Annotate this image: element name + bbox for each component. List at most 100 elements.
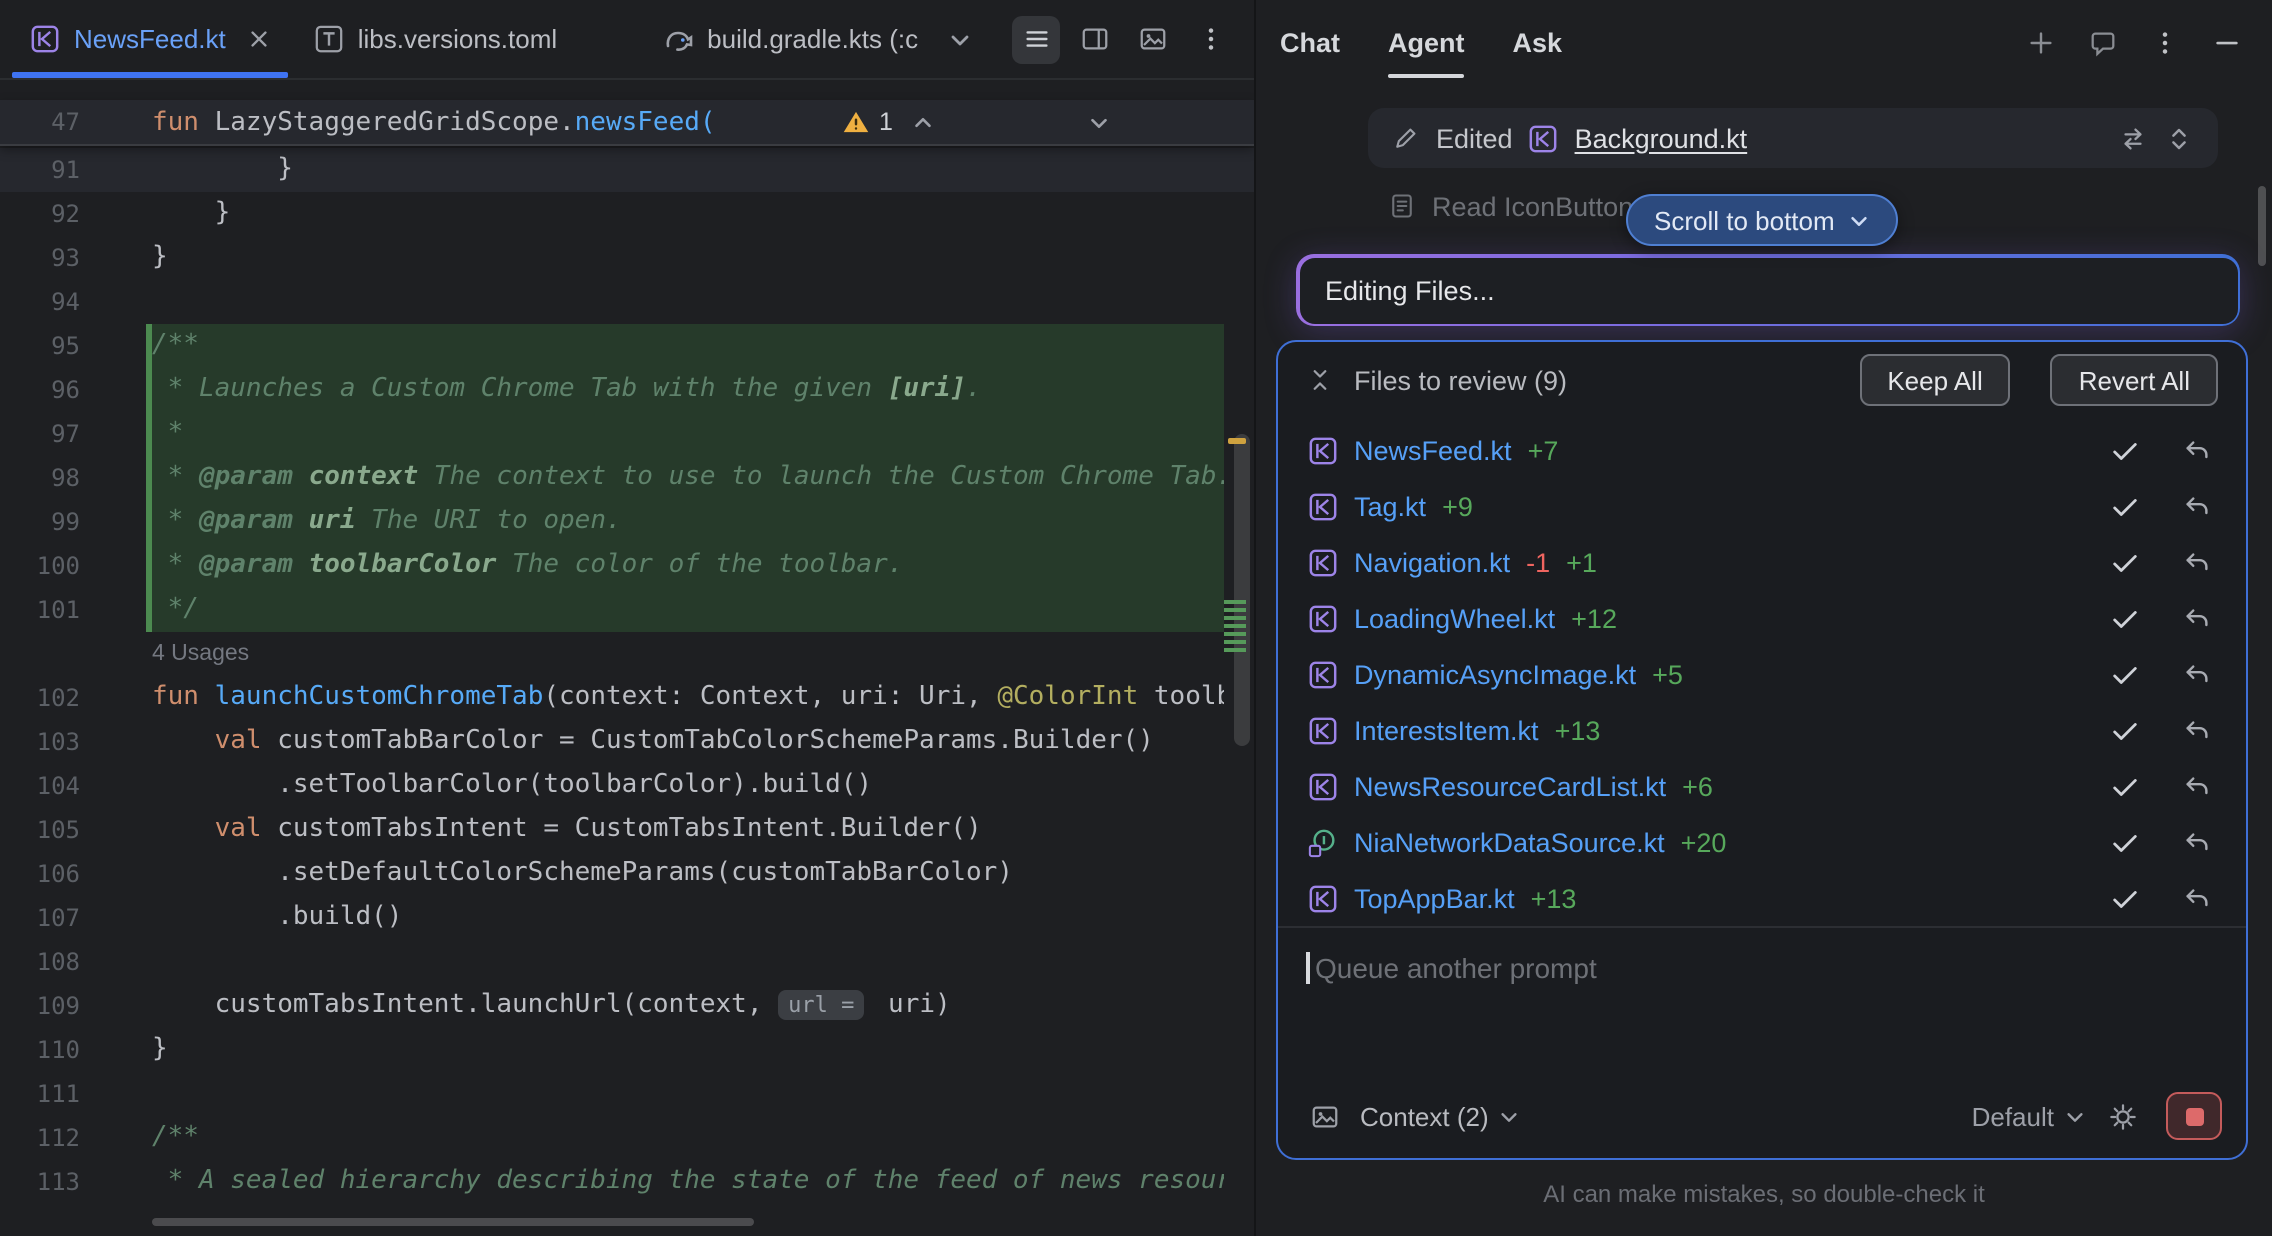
code-line[interactable]: 109 customTabsIntent.launchUrl(context, … [0,984,1254,1028]
code-line[interactable]: 107 .build() [0,896,1254,940]
revert-file-button[interactable] [2174,876,2218,920]
code-line[interactable]: 94 [0,280,1254,324]
settings-gear-icon[interactable] [2100,1094,2144,1138]
review-file-row[interactable]: Tag.kt+9 [1278,478,2246,534]
keep-file-button[interactable] [2102,708,2146,752]
tab-newsfeed-kt[interactable]: NewsFeed.kt [8,0,292,78]
code-line[interactable]: 104 .setToolbarColor(toolbarColor).build… [0,764,1254,808]
line-number[interactable]: 92 [0,192,80,236]
revert-file-button[interactable] [2174,596,2218,640]
edited-file-link[interactable]: Background.kt [1575,123,1748,153]
sticky-header-line[interactable]: 47 fun LazyStaggeredGridScope.newsFeed( … [0,100,1254,146]
code-line[interactable]: 95/** [0,324,1254,368]
revert-file-button[interactable] [2174,820,2218,864]
chat-history-icon[interactable] [2080,20,2124,64]
code-line[interactable]: 93} [0,236,1254,280]
close-tab-icon[interactable] [248,28,270,50]
attach-image-icon[interactable] [1302,1094,1346,1138]
code-line[interactable]: 103 val customTabBarColor = CustomTabCol… [0,720,1254,764]
revert-all-button[interactable]: Revert All [2051,354,2218,406]
file-link[interactable]: NewsFeed.kt [1354,435,1512,465]
line-number[interactable]: 102 [0,676,80,720]
file-link[interactable]: TopAppBar.kt [1354,883,1515,913]
file-link[interactable]: DynamicAsyncImage.kt [1354,659,1636,689]
keep-file-button[interactable] [2102,820,2146,864]
code-line[interactable]: 97 * [0,412,1254,456]
code-line[interactable]: 108 [0,940,1254,984]
code-area[interactable]: 91 }92 }93}9495/**96 * Launches a Custom… [0,148,1254,1204]
revert-file-button[interactable] [2174,540,2218,584]
context-dropdown[interactable]: Context (2) [1360,1101,1521,1131]
code-line[interactable]: 101 */ [0,588,1254,632]
minimize-icon[interactable] [2204,20,2248,64]
line-number[interactable]: 94 [0,280,80,324]
line-number[interactable]: 104 [0,764,80,808]
revert-file-button[interactable] [2174,764,2218,808]
review-file-row[interactable]: NewsFeed.kt+7 [1278,422,2246,478]
review-file-row[interactable]: LoadingWheel.kt+12 [1278,590,2246,646]
code-line[interactable]: 92 } [0,192,1254,236]
line-number[interactable]: 106 [0,852,80,896]
code-line[interactable]: 111 [0,1072,1254,1116]
code-line[interactable]: 112/** [0,1116,1254,1160]
keep-all-button[interactable]: Keep All [1859,354,2010,406]
file-link[interactable]: NewsResourceCardList.kt [1354,771,1666,801]
code-line[interactable]: 96 * Launches a Custom Chrome Tab with t… [0,368,1254,412]
review-file-row[interactable]: InterestsItem.kt+13 [1278,702,2246,758]
keep-file-button[interactable] [2102,764,2146,808]
review-file-row[interactable]: Navigation.kt-1+1 [1278,534,2246,590]
code-line[interactable]: 105 val customTabsIntent = CustomTabsInt… [0,808,1254,852]
keep-file-button[interactable] [2102,428,2146,472]
file-link[interactable]: Tag.kt [1354,491,1426,521]
inlay-hint-row[interactable]: 4 Usages [0,632,1254,676]
line-number[interactable]: 98 [0,456,80,500]
file-link[interactable]: InterestsItem.kt [1354,715,1539,745]
revert-file-button[interactable] [2174,708,2218,752]
line-number[interactable]: 99 [0,500,80,544]
keep-file-button[interactable] [2102,596,2146,640]
line-number[interactable]: 109 [0,984,80,1028]
code-line[interactable]: 98 * @param context The context to use t… [0,456,1254,500]
review-file-row[interactable]: DynamicAsyncImage.kt+5 [1278,646,2246,702]
line-number[interactable]: 111 [0,1072,80,1116]
review-file-row[interactable]: NewsResourceCardList.kt+6 [1278,758,2246,814]
line-number[interactable]: 105 [0,808,80,852]
line-number[interactable]: 110 [0,1028,80,1072]
line-number[interactable]: 100 [0,544,80,588]
keep-file-button[interactable] [2102,876,2146,920]
previous-occurrence-icon[interactable] [911,49,1068,195]
code-line[interactable]: 113 * A sealed hierarchy describing the … [0,1160,1254,1204]
line-number[interactable]: 95 [0,324,80,368]
diff-icon[interactable] [2118,123,2148,153]
line-number[interactable]: 101 [0,588,80,632]
keep-file-button[interactable] [2102,652,2146,696]
collapse-icon[interactable] [1306,366,1334,394]
file-link[interactable]: LoadingWheel.kt [1354,603,1555,633]
usages-inlay[interactable]: 4 Usages [152,642,249,666]
line-number[interactable]: 107 [0,896,80,940]
line-number[interactable]: 96 [0,368,80,412]
more-options-kebab-icon[interactable] [2142,20,2186,64]
code-line[interactable]: 100 * @param toolbarColor The color of t… [0,544,1254,588]
revert-file-button[interactable] [2174,652,2218,696]
keep-file-button[interactable] [2102,484,2146,528]
code-line[interactable]: 110} [0,1028,1254,1072]
tab-ask[interactable]: Ask [1513,0,1563,84]
tab-libs-versions-toml[interactable]: libs.versions.toml [292,0,579,78]
tab-chat[interactable]: Chat [1280,0,1340,84]
new-chat-plus-icon[interactable] [2018,20,2062,64]
line-number[interactable]: 103 [0,720,80,764]
tab-build-gradle-kts[interactable]: build.gradle.kts (:c [639,0,940,78]
code-line[interactable]: 102fun launchCustomChromeTab(context: Co… [0,676,1254,720]
line-number[interactable]: 112 [0,1116,80,1160]
prompt-input[interactable]: Queue another prompt [1278,926,2246,1074]
file-link[interactable]: Navigation.kt [1354,547,1510,577]
line-number[interactable]: 91 [0,148,80,192]
editor-vertical-scrollbar[interactable] [1234,434,1250,746]
revert-file-button[interactable] [2174,484,2218,528]
line-number[interactable]: 108 [0,940,80,984]
revert-file-button[interactable] [2174,428,2218,472]
code-line[interactable]: 106 .setDefaultColorSchemeParams(customT… [0,852,1254,896]
code-line[interactable]: 99 * @param uri The URI to open. [0,500,1254,544]
editor-scroll-stripe[interactable] [1224,148,1254,1204]
